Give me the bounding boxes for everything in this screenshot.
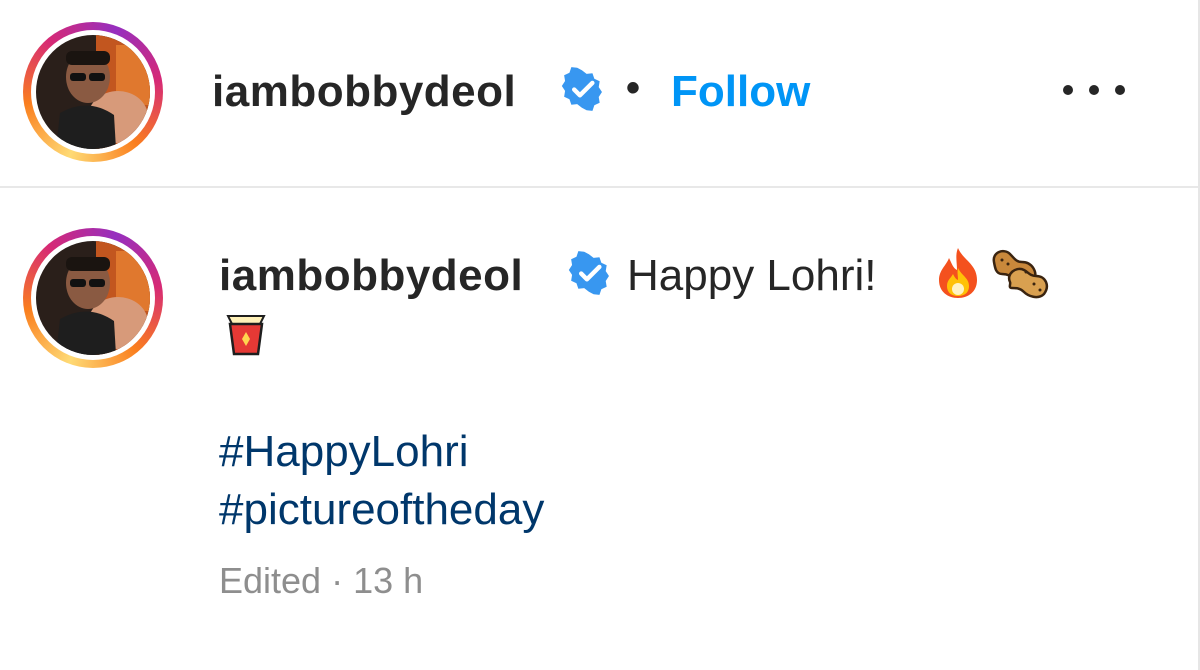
header-separator-dot: • [626, 66, 641, 110]
hashtag-link[interactable]: #pictureoftheday [219, 488, 544, 532]
post-header: iambobbydeol • Follow [0, 0, 1198, 188]
verified-badge-icon [568, 251, 609, 295]
fire-emoji [939, 248, 977, 298]
hashtag-link[interactable]: #HappyLohri [219, 430, 469, 474]
red-envelope-emoji [226, 315, 266, 356]
caption-avatar-story-ring[interactable] [23, 228, 163, 368]
avatar [36, 241, 150, 355]
post-timestamp: Edited · 13 h [219, 560, 424, 601]
verified-badge-icon [561, 67, 602, 111]
peanuts-emoji [992, 250, 1048, 299]
header-avatar-story-ring[interactable] [23, 22, 163, 162]
caption-username[interactable]: iambobbydeol [219, 254, 523, 298]
header-username[interactable]: iambobbydeol [212, 70, 516, 114]
post-panel: iambobbydeol • Follow iambobbydeol Happy… [0, 0, 1200, 670]
follow-button[interactable]: Follow [671, 70, 810, 114]
avatar [36, 35, 150, 149]
more-options-icon[interactable] [1063, 80, 1125, 100]
caption-text: Happy Lohri! [627, 251, 877, 300]
